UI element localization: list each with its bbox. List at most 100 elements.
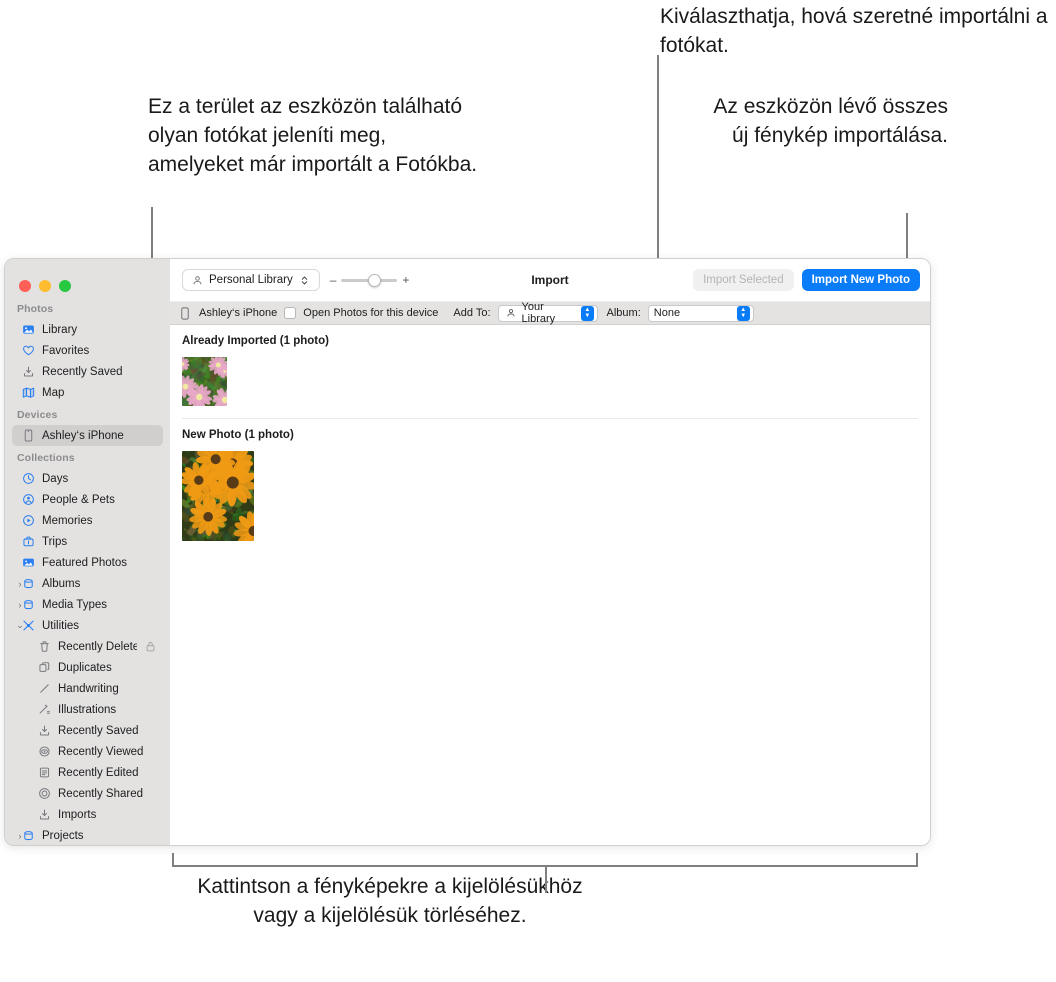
sidebar-item-label: Ashley‘s iPhone <box>42 429 124 442</box>
sidebar-item-handwriting[interactable]: Handwriting <box>12 678 163 699</box>
photos-app-window: Photos Library Favorites Recently Saved Map D… <box>4 258 931 846</box>
sidebar-item-recently-saved[interactable]: Recently Saved <box>12 361 163 382</box>
toolbar: Personal Library – + Import Import Selec… <box>170 259 930 302</box>
iphone-icon <box>178 306 192 320</box>
sidebar-item-label: Featured Photos <box>42 556 128 569</box>
zoom-slider[interactable]: – + <box>330 273 410 287</box>
chevron-updown-icon[interactable]: ▲ ▼ <box>581 305 594 321</box>
sidebar-item-map[interactable]: Map <box>12 382 163 403</box>
chevron-right-icon[interactable]: › <box>15 579 25 589</box>
sidebar-item-media-types[interactable]: › Media Types <box>12 594 163 615</box>
trash-icon <box>37 640 51 654</box>
chevron-down-icon[interactable]: ⌄ <box>15 620 25 631</box>
album-label: Album: <box>606 307 641 319</box>
sidebar-item-label: Favorites <box>42 344 90 357</box>
chevron-updown-icon <box>298 273 312 287</box>
sidebar-item-label: Media Types <box>42 598 107 611</box>
add-to-popup-button[interactable]: Your Library ▲ ▼ <box>497 301 598 325</box>
import-selected-button[interactable]: Import Selected <box>693 269 794 291</box>
sidebar-item-recently-viewed[interactable]: Recently Viewed <box>12 741 163 762</box>
featured-photo-icon <box>21 556 35 570</box>
sidebar-item-utilities[interactable]: ⌄ Utilities <box>12 615 163 636</box>
sidebar-item-label: Albums <box>42 577 81 590</box>
sidebar-item-label: Recently Shared <box>58 787 144 800</box>
content-pane: Personal Library – + Import Import Selec… <box>170 259 930 845</box>
toolbar-actions: Import Selected Import New Photo <box>693 269 920 291</box>
sidebar-item-recently-deleted[interactable]: Recently Deleted <box>12 636 163 657</box>
sidebar-group-title: Photos <box>17 303 54 315</box>
sidebar-item-label: Recently Saved <box>42 365 123 378</box>
close-button[interactable] <box>19 280 31 292</box>
leader-line-bottom <box>545 865 547 893</box>
callout-import-destination: Kiválaszthatja, hová szeretné importálni… <box>660 5 1048 57</box>
zoom-slider-track[interactable] <box>341 273 398 287</box>
sidebar-list: Photos Library Favorites Recently Saved Map D… <box>5 297 170 845</box>
sidebar-item-trips[interactable]: Trips <box>12 531 163 552</box>
person-icon <box>504 306 518 320</box>
edited-icon <box>37 766 51 780</box>
section-already-imported: Already Imported (1 photo) <box>182 335 918 406</box>
sidebar-item-recently-saved[interactable]: Recently Saved <box>12 720 163 741</box>
sidebar-item-label: Recently Deleted <box>58 640 137 653</box>
sidebar-item-recently-shared[interactable]: Recently Shared <box>12 783 163 804</box>
duplicates-icon <box>37 661 51 675</box>
callout-already-imported-area: Ez a terület az eszközön található olyan… <box>148 95 478 176</box>
library-popup-button[interactable]: Personal Library <box>182 269 320 291</box>
chevron-right-icon[interactable]: › <box>15 831 25 841</box>
sidebar-item-ashley-s-iphone[interactable]: Ashley‘s iPhone <box>12 425 163 446</box>
heart-icon <box>21 344 35 358</box>
eye-target-icon <box>37 745 51 759</box>
library-icon <box>21 323 35 337</box>
map-icon <box>21 386 35 400</box>
save-icon <box>37 808 51 822</box>
sidebar-item-label: Trips <box>42 535 68 548</box>
section-new-photo: New Photo (1 photo) <box>182 429 918 541</box>
sidebar-item-imports[interactable]: Imports <box>12 804 163 825</box>
sidebar-item-label: Library <box>42 323 78 336</box>
person-icon <box>21 493 35 507</box>
import-new-photo-button[interactable]: Import New Photo <box>801 269 920 291</box>
zoom-minus-label[interactable]: – <box>330 273 337 287</box>
sidebar-item-recently-edited[interactable]: Recently Edited <box>12 762 163 783</box>
save-icon <box>21 365 35 379</box>
sidebar-item-memories[interactable]: Memories <box>12 510 163 531</box>
memories-icon <box>21 514 35 528</box>
sidebar-item-label: Memories <box>42 514 93 527</box>
save-icon <box>37 724 51 738</box>
photo-thumbnail-already-imported[interactable] <box>182 357 227 406</box>
sidebar-item-label: Duplicates <box>58 661 112 674</box>
album-popup-button[interactable]: None ▲ ▼ <box>647 304 754 322</box>
minimize-button[interactable] <box>39 280 51 292</box>
zoom-plus-label[interactable]: + <box>402 273 409 287</box>
sidebar-item-label: Illustrations <box>58 703 117 716</box>
sidebar-item-label: Days <box>42 472 69 485</box>
sidebar-item-featured-photos[interactable]: Featured Photos <box>12 552 163 573</box>
sidebar-item-library[interactable]: Library <box>12 319 163 340</box>
sidebar-item-albums[interactable]: › Albums <box>12 573 163 594</box>
import-photo-area: Already Imported (1 photo) New Photo (1 … <box>170 325 930 845</box>
person-icon <box>190 273 204 287</box>
callout-import-all-new: Az eszközön lévő összes új fénykép impor… <box>713 95 948 147</box>
sidebar-item-days[interactable]: Days <box>12 468 163 489</box>
clock-icon <box>21 472 35 486</box>
sidebar-item-illustrations[interactable]: Illustrations <box>12 699 163 720</box>
sidebar-item-people-pets[interactable]: People & Pets <box>12 489 163 510</box>
sidebar-item-duplicates[interactable]: Duplicates <box>12 657 163 678</box>
chevron-right-icon[interactable]: › <box>15 600 25 610</box>
callout-click-photos: Kattintson a fényképekre a kijelölésükhö… <box>197 875 583 927</box>
sidebar-item-favorites[interactable]: Favorites <box>12 340 163 361</box>
open-photos-checkbox[interactable] <box>284 307 297 319</box>
illustrations-icon <box>37 703 51 717</box>
sidebar-item-projects[interactable]: › Projects <box>12 825 163 845</box>
open-photos-label: Open Photos for this device <box>303 307 439 319</box>
iphone-icon <box>21 429 35 443</box>
section-divider <box>182 418 918 419</box>
photo-thumbnail-new-photo[interactable] <box>182 451 254 541</box>
suitcase-icon <box>21 535 35 549</box>
chevron-updown-icon[interactable]: ▲ ▼ <box>736 305 750 321</box>
zoom-slider-knob[interactable] <box>368 273 382 287</box>
sidebar-item-label: Recently Saved <box>58 724 139 737</box>
zoom-button[interactable] <box>59 280 71 292</box>
device-options-bar: Ashley‘s iPhone Open Photos for this dev… <box>170 301 930 325</box>
sidebar-item-label: People & Pets <box>42 493 115 506</box>
